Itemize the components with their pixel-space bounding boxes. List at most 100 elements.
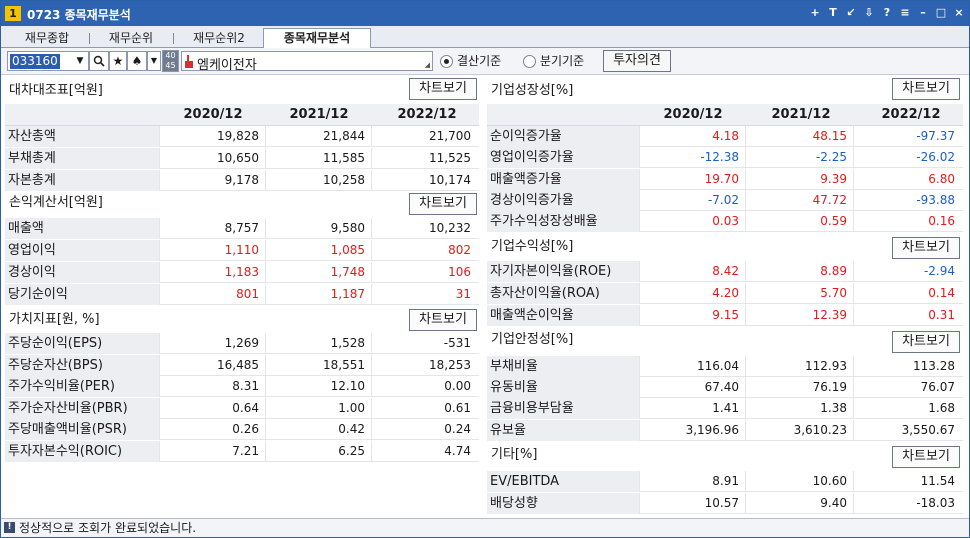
radio-annual[interactable]: 결산기준	[440, 54, 520, 70]
spade-icon[interactable]: ♠	[127, 51, 147, 71]
menu-icon[interactable]: ≡	[897, 5, 913, 21]
favorite-star-icon[interactable]: ★	[109, 51, 127, 71]
investment-opinion-button[interactable]: 투자의견	[603, 50, 671, 72]
value-chart-button[interactable]: 차트보기	[409, 309, 477, 331]
table-row[interactable]: 투자자본수익(ROIC) 7.21 6.25 4.74	[5, 441, 479, 462]
table-row[interactable]: 매출액증가율 19.70 9.39 6.80	[487, 168, 963, 190]
table-row[interactable]: 주당매출액비율(PSR) 0.26 0.42 0.24	[5, 419, 479, 441]
cell-value: 1,187	[265, 284, 369, 305]
table-row[interactable]: 자본총계 9,178 10,258 10,174	[5, 170, 479, 191]
table-row[interactable]: 매출액 8,757 9,580 10,232	[5, 218, 479, 239]
stability-chart-button[interactable]: 차트보기	[892, 331, 960, 353]
value-indicator-title: 가치지표[원, %]	[9, 312, 100, 327]
cell-value: 5.70	[745, 283, 851, 304]
row-label: 부채비율	[487, 356, 639, 377]
text-icon[interactable]: T	[825, 5, 841, 21]
cell-value: 76.19	[745, 377, 851, 399]
stock-name: 엠케이전자	[197, 58, 257, 73]
table-row[interactable]: 총자산이익율(ROA) 4.20 5.70 0.14	[487, 283, 963, 304]
cell-value: 10,232	[371, 218, 475, 239]
radio-quarter[interactable]: 분기기준	[523, 54, 603, 70]
cell-value: 3,610.23	[745, 419, 851, 441]
chevron-down-icon[interactable]: ▼	[73, 53, 87, 69]
minimize-icon[interactable]: –	[915, 5, 931, 21]
table-row[interactable]: 주가수익비율(PER) 8.31 12.10 0.00	[5, 376, 479, 398]
table-row[interactable]: 주당순자산(BPS) 16,485 18,551 18,253	[5, 354, 479, 376]
stock-code-value[interactable]: 033160	[10, 54, 60, 69]
growth-chart-button[interactable]: 차트보기	[892, 78, 960, 100]
column-header: 2020/12 2021/12 2022/12	[5, 104, 479, 126]
table-row[interactable]: 경상이익 1,183 1,748 106	[5, 262, 479, 283]
link-icon[interactable]: ↙	[843, 5, 859, 21]
table-row[interactable]: 순이익증가율 4.18 48.15 -97.37	[487, 126, 963, 147]
table-row[interactable]: 유보율 3,196.96 3,610.23 3,550.67	[487, 419, 963, 441]
table-row[interactable]: 매출액순이익율 9.15 12.39 0.31	[487, 305, 963, 326]
add-icon[interactable]: +	[807, 5, 823, 21]
cell-value: 112.93	[745, 356, 851, 377]
help-icon[interactable]: ?	[879, 5, 895, 21]
growth-title: 기업성장성[%]	[491, 83, 574, 98]
row-label: 당기순이익	[5, 284, 159, 305]
table-row[interactable]: EV/EBITDA 8.91 10.60 11.54	[487, 471, 963, 492]
tab-stock-financial-analysis[interactable]: 종목재무분석	[263, 28, 371, 49]
toolbar: 033160 ▼ ★ ♠ ▼ 40 45 엠케이전자 ◢ 결산기준 분기기준 투…	[1, 48, 969, 75]
info-icon: !	[4, 522, 15, 533]
table-row[interactable]: 영업이익증가율 -12.38 -2.25 -26.02	[487, 147, 963, 169]
income-chart-button[interactable]: 차트보기	[409, 193, 477, 215]
row-label: 주당매출액비율(PSR)	[5, 419, 159, 441]
table-row[interactable]: 영업이익 1,110 1,085 802	[5, 240, 479, 261]
col-2022: 2022/12	[397, 107, 457, 122]
status-bar: ! 정상적으로 조회가 완료되었습니다.	[1, 518, 969, 537]
table-row[interactable]: 부채총계 10,650 11,585 11,525	[5, 148, 479, 169]
table-row[interactable]: 주가수익성장성배율 0.03 0.59 0.16	[487, 211, 963, 233]
cell-value: 8.42	[639, 261, 743, 282]
cell-value: 1,269	[159, 333, 263, 354]
table-row[interactable]: 자기자본이익율(ROE) 8.42 8.89 -2.94	[487, 261, 963, 282]
stock-name-field: 엠케이전자 ◢	[181, 51, 433, 73]
row-label: 영업이익	[5, 240, 159, 261]
cell-value: 802	[371, 240, 475, 261]
cell-value: 0.31	[853, 305, 959, 326]
stock-stack-indicator[interactable]: 40 45	[162, 50, 179, 72]
table-row[interactable]: 자산총액 19,828 21,844 21,700	[5, 126, 479, 147]
profitability-chart-button[interactable]: 차트보기	[892, 237, 960, 259]
table-row[interactable]: 부채비율 116.04 112.93 113.28	[487, 356, 963, 377]
arrow-down-icon[interactable]: ▼	[147, 51, 161, 71]
screen-number: 1	[5, 6, 21, 21]
close-icon[interactable]: ×	[951, 5, 967, 21]
cell-value: 1,110	[159, 240, 263, 261]
radio-quarter-label: 분기기준	[540, 54, 585, 68]
table-row[interactable]: 주가순자산비율(PBR) 0.64 1.00 0.61	[5, 397, 479, 419]
tab-financial-rank[interactable]: 재무순위	[95, 29, 167, 48]
table-row[interactable]: 주당순이익(EPS) 1,269 1,528 -531	[5, 333, 479, 354]
tab-financial-summary[interactable]: 재무종합	[11, 29, 83, 48]
table-row[interactable]: 당기순이익 801 1,187 31	[5, 284, 479, 305]
tab-financial-rank2[interactable]: 재무순위2	[179, 29, 259, 48]
search-icon[interactable]	[89, 51, 109, 71]
balance-chart-button[interactable]: 차트보기	[409, 78, 477, 100]
radio-annual-dot[interactable]	[440, 55, 453, 68]
row-label: 주가순자산비율(PBR)	[5, 397, 159, 419]
cell-value: 1,748	[265, 262, 369, 283]
cell-value: 10.57	[639, 492, 743, 514]
table-row[interactable]: 유동비율 67.40 76.19 76.07	[487, 377, 963, 399]
cell-value: 8.89	[745, 261, 851, 282]
stock-code-input[interactable]: 033160 ▼	[7, 51, 89, 71]
cell-value: -26.02	[853, 147, 959, 169]
title-bar: 1 0723 종목재무분석 + T ↙ ⇩ ? ≡ – □ ×	[1, 1, 969, 26]
maximize-icon[interactable]: □	[933, 5, 949, 21]
download-icon[interactable]: ⇩	[861, 5, 877, 21]
radio-quarter-dot[interactable]	[523, 55, 536, 68]
row-label: 매출액순이익율	[487, 305, 639, 326]
cell-value: 12.39	[745, 305, 851, 326]
balance-sheet-title: 대차대조표[억원]	[9, 83, 103, 98]
etc-chart-button[interactable]: 차트보기	[892, 446, 960, 468]
cell-value: 0.59	[745, 211, 851, 233]
table-row[interactable]: 경상이익증가율 -7.02 47.72 -93.88	[487, 189, 963, 211]
table-row[interactable]: 배당성향 10.57 9.40 -18.03	[487, 492, 963, 514]
row-label: 유보율	[487, 419, 639, 441]
cell-value: 0.64	[159, 397, 263, 419]
stack-top-label: 40	[165, 51, 176, 60]
cell-value: 8,757	[159, 218, 263, 239]
table-row[interactable]: 금융비용부담율 1.41 1.38 1.68	[487, 398, 963, 420]
